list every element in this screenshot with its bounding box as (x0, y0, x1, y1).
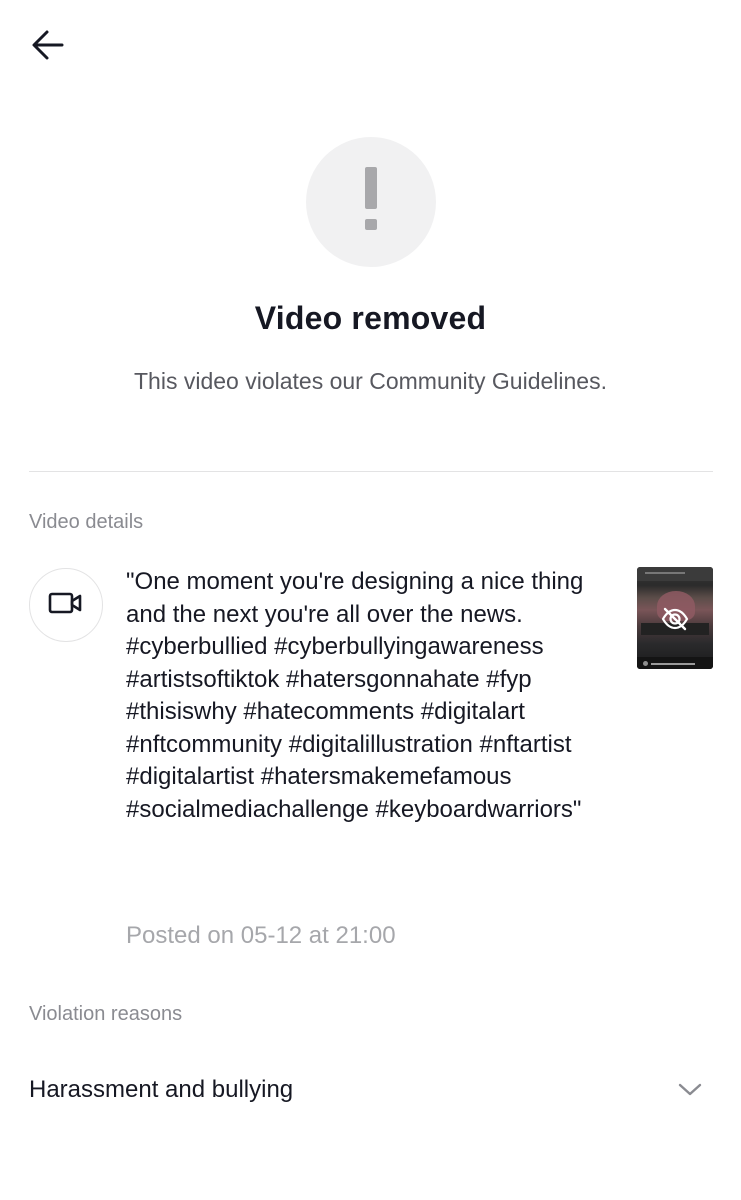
removed-status-icon-circle (306, 137, 436, 267)
thumbnail-bottom-line (651, 663, 695, 665)
thumbnail-topbar-line (645, 572, 685, 574)
thumbnail-bottom-bar (637, 657, 713, 669)
eye-slash-icon (661, 605, 689, 633)
thumbnail-avatar-dot (643, 661, 648, 666)
video-caption: "One moment you're designing a nice thin… (126, 568, 584, 823)
violation-reason-text: Harassment and bullying (29, 1076, 294, 1103)
violation-reasons-label: Violation reasons (29, 1003, 183, 1025)
divider (29, 471, 713, 472)
back-button[interactable] (22, 24, 74, 70)
chevron-down-icon[interactable] (675, 1075, 705, 1105)
video-thumbnail[interactable] (637, 567, 713, 669)
posted-timestamp: Posted on 05-12 at 21:00 (126, 922, 396, 949)
exclamation-icon (361, 165, 381, 240)
video-camera-icon (48, 591, 84, 620)
thumbnail-topbar (637, 567, 713, 581)
violation-reason-row[interactable]: Harassment and bullying (29, 1060, 713, 1120)
page-title: Video removed (254, 300, 487, 336)
arrow-left-icon (30, 27, 66, 68)
video-icon-circle (29, 568, 103, 642)
video-details-label: Video details (29, 511, 144, 533)
page-subtitle: This video violates our Community Guidel… (134, 368, 607, 394)
